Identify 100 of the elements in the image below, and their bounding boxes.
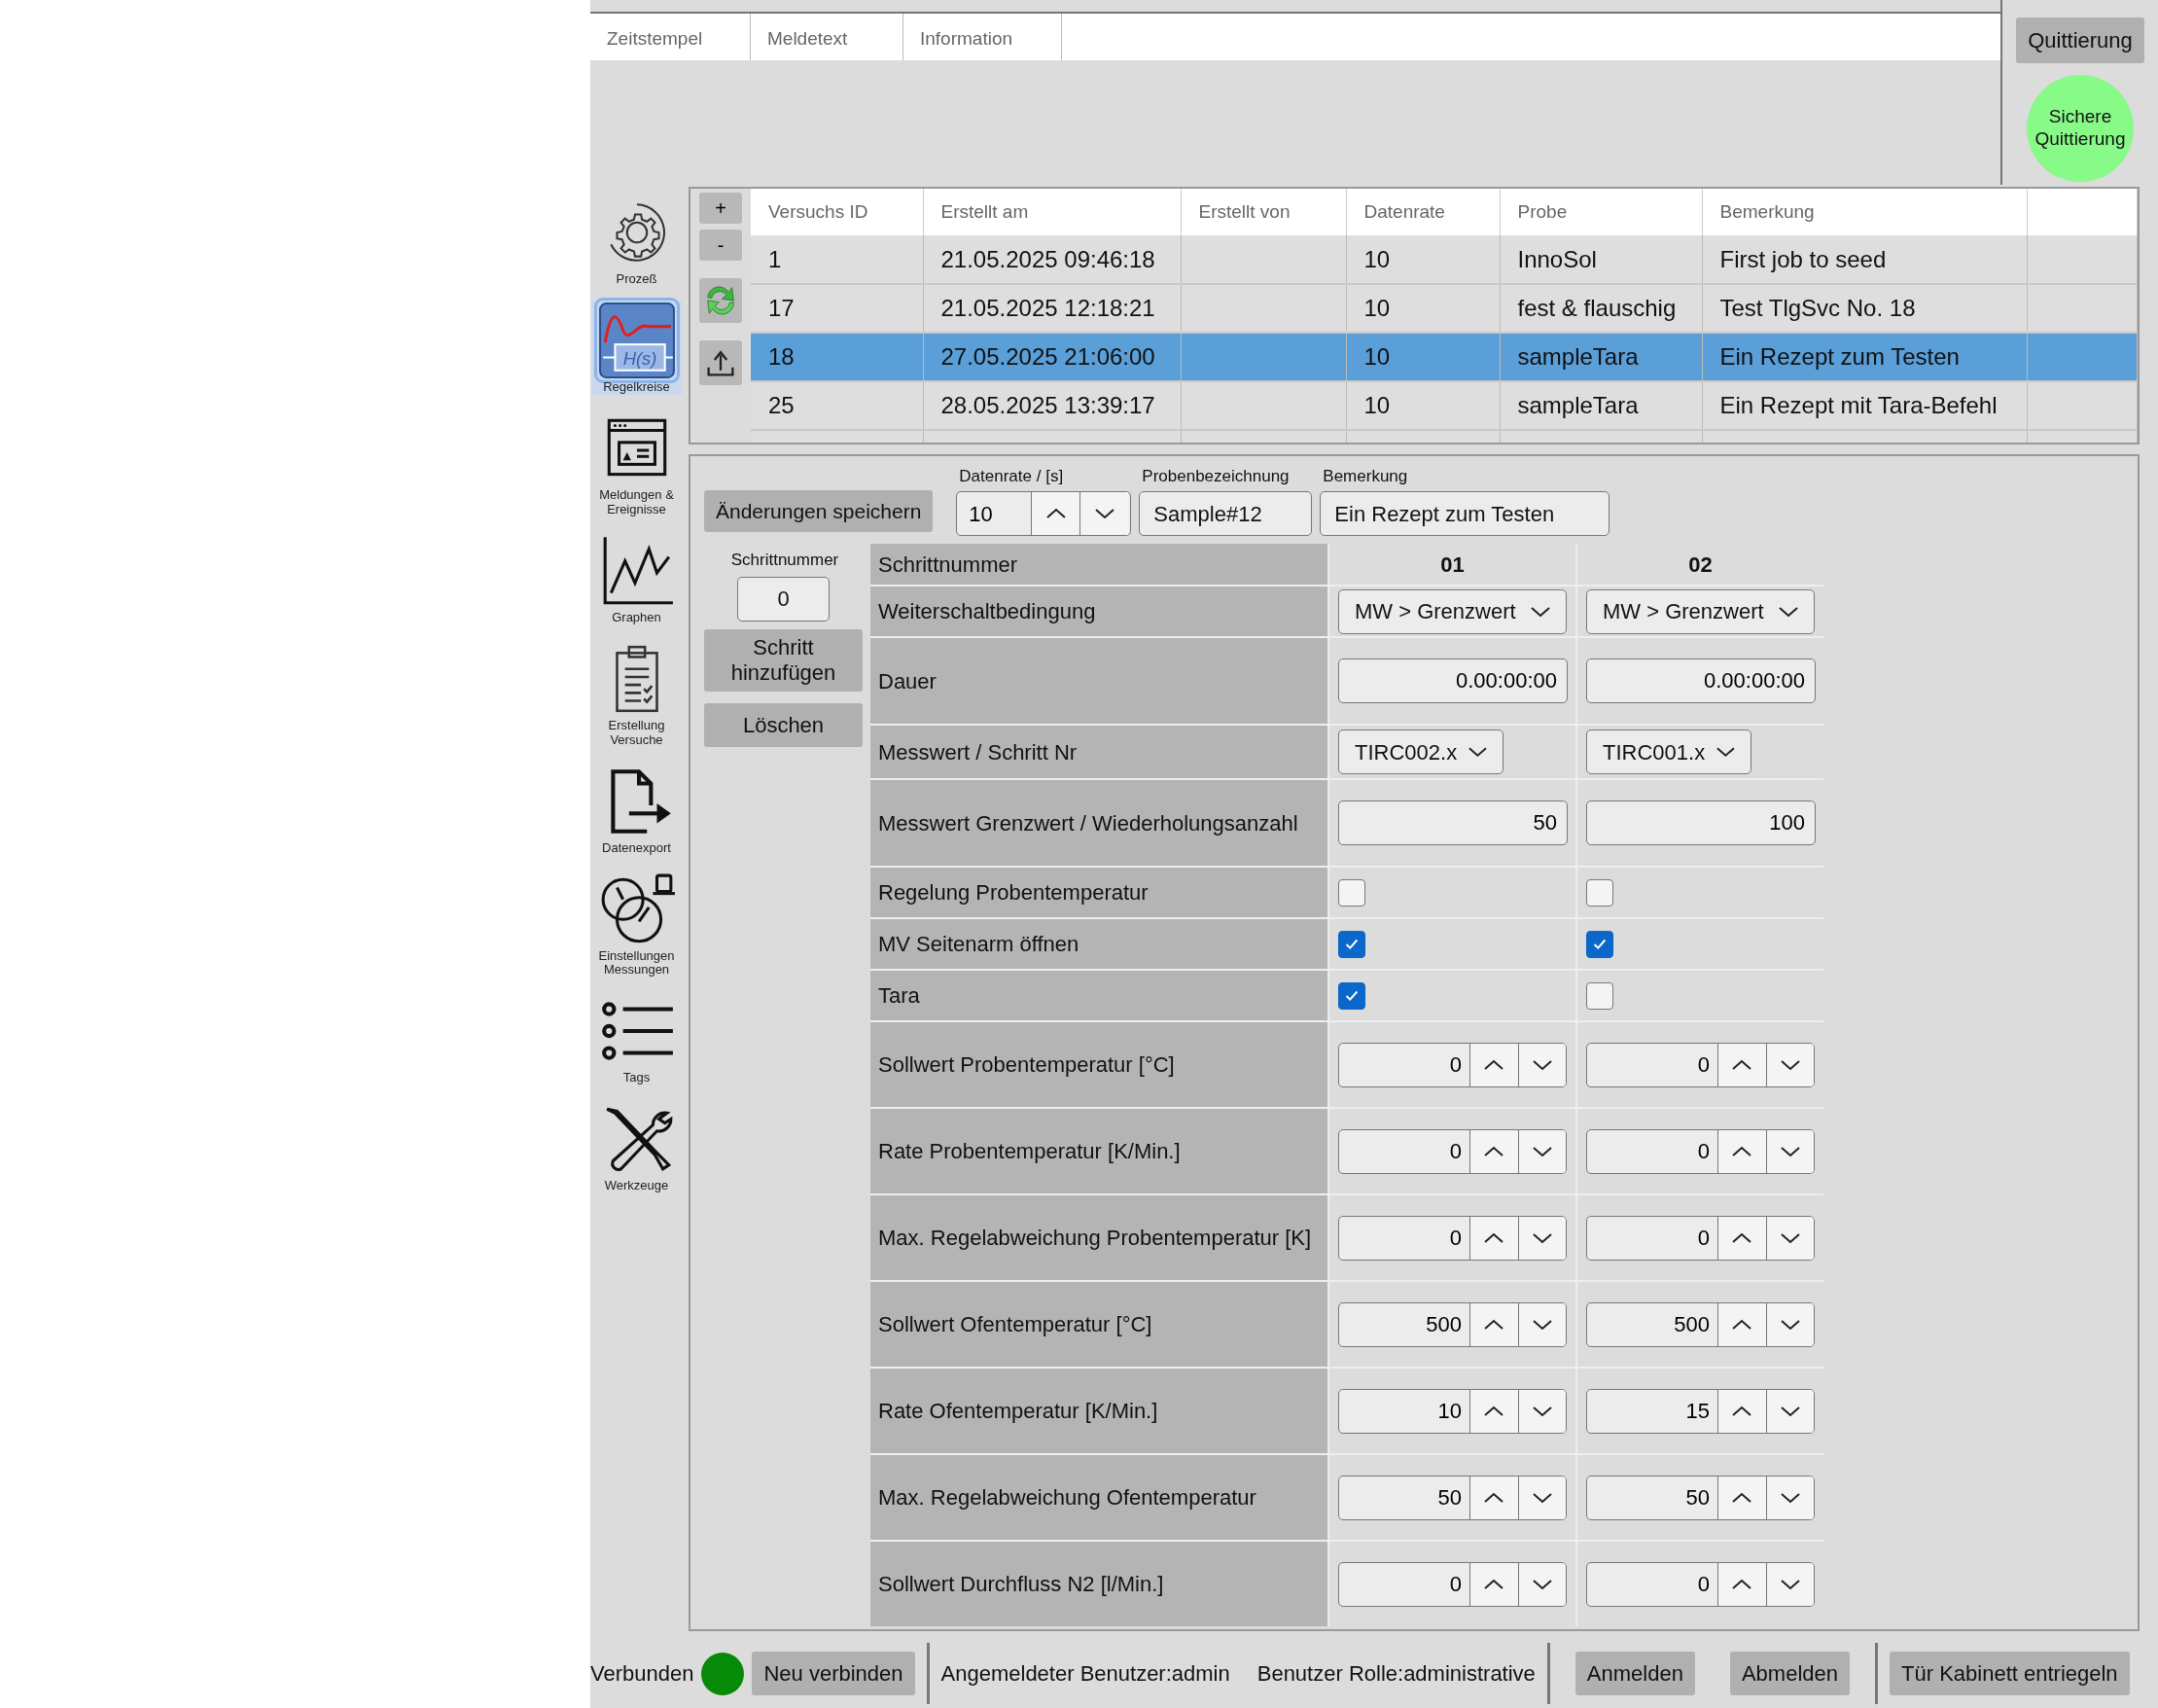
spin-box[interactable]: 0 bbox=[1586, 1215, 1815, 1261]
sidebar-item[interactable]: Tags bbox=[591, 991, 682, 1086]
step-up-button[interactable] bbox=[1469, 1476, 1518, 1519]
step-down-button[interactable] bbox=[1765, 1302, 1814, 1346]
step-number-field[interactable]: 0 bbox=[737, 576, 830, 622]
remove-button[interactable]: - bbox=[699, 230, 742, 261]
sidebar-item[interactable]: Werkzeuge bbox=[591, 1099, 682, 1194]
step-up-button[interactable] bbox=[1717, 1562, 1766, 1606]
sidebar-item[interactable]: Meldungen & Ereignisse bbox=[591, 408, 682, 517]
table-row[interactable]: 25 28.05.2025 13:39:17 10 sampleTara Ein Rezept mit Tara-Befehl bbox=[751, 381, 2137, 430]
dropdown[interactable]: TIRC002.x bbox=[1338, 729, 1504, 774]
step-up-button[interactable] bbox=[1717, 1302, 1766, 1346]
sample-name-field[interactable]: Sample#12 bbox=[1139, 491, 1313, 536]
spin-box[interactable]: 50 bbox=[1586, 1475, 1815, 1520]
checkbox[interactable] bbox=[1586, 981, 1613, 1010]
refresh-button[interactable] bbox=[699, 278, 742, 323]
step-down-button[interactable] bbox=[1765, 1216, 1814, 1260]
sidebar-item[interactable]: Datenexport bbox=[591, 761, 682, 856]
logout-button[interactable]: Abmelden bbox=[1729, 1652, 1850, 1695]
unlock-door-button[interactable]: Tür Kabinett entriegeln bbox=[1890, 1652, 2130, 1695]
input-field[interactable]: 0.00:00:00 bbox=[1338, 658, 1568, 703]
column-header[interactable]: Bemerkung bbox=[1702, 189, 2027, 235]
step-down-button[interactable] bbox=[1517, 1562, 1566, 1606]
step-down-button[interactable] bbox=[1517, 1302, 1566, 1346]
acknowledge-button[interactable]: Quittierung bbox=[2016, 18, 2144, 63]
spin-box[interactable]: 0 bbox=[1338, 1561, 1567, 1607]
sidebar-item[interactable]: Graphen bbox=[591, 530, 682, 625]
sidebar-item[interactable]: Prozeß bbox=[591, 193, 682, 287]
spin-box[interactable]: 0 bbox=[1338, 1128, 1567, 1174]
step-down-button[interactable] bbox=[1079, 492, 1129, 535]
spin-box[interactable]: 50 bbox=[1338, 1475, 1567, 1520]
spin-box[interactable]: 0 bbox=[1586, 1128, 1815, 1174]
upload-button[interactable] bbox=[699, 340, 742, 385]
step-up-button[interactable] bbox=[1469, 1389, 1518, 1433]
safe-acknowledge-button[interactable]: Sichere Quittierung bbox=[2027, 75, 2134, 182]
spin-box[interactable]: 0 bbox=[1586, 1042, 1815, 1087]
sidebar-item[interactable]: Erstellung Versuche bbox=[591, 638, 682, 748]
dropdown[interactable]: MW > Grenzwert bbox=[1338, 588, 1567, 634]
column-header[interactable]: Erstellt am bbox=[923, 189, 1181, 235]
input-field[interactable]: 100 bbox=[1586, 801, 1816, 845]
column-header[interactable]: Versuchs ID bbox=[751, 189, 923, 235]
step-up-button[interactable] bbox=[1469, 1043, 1518, 1086]
add-step-button[interactable]: Schritt hinzufügen bbox=[704, 628, 863, 693]
spin-box[interactable]: 0 bbox=[1586, 1561, 1815, 1607]
checkbox[interactable] bbox=[1586, 878, 1613, 907]
checkbox[interactable] bbox=[1586, 930, 1613, 958]
step-up-button[interactable] bbox=[1469, 1562, 1518, 1606]
step-down-button[interactable] bbox=[1765, 1129, 1814, 1173]
input-field[interactable]: 50 bbox=[1338, 801, 1568, 845]
step-up-button[interactable] bbox=[1717, 1129, 1766, 1173]
dropdown[interactable]: MW > Grenzwert bbox=[1586, 588, 1815, 634]
step-up-button[interactable] bbox=[1031, 492, 1080, 535]
step-up-button[interactable] bbox=[1717, 1476, 1766, 1519]
column-header[interactable]: Datenrate bbox=[1346, 189, 1500, 235]
sidebar-item[interactable]: H(s) Regelkreise bbox=[591, 300, 682, 395]
step-up-button[interactable] bbox=[1717, 1216, 1766, 1260]
add-button[interactable]: + bbox=[699, 193, 742, 224]
step-down-button[interactable] bbox=[1765, 1043, 1814, 1086]
spin-box[interactable]: 15 bbox=[1586, 1388, 1815, 1434]
table-row[interactable]: 18 27.05.2025 21:06:00 10 sampleTara Ein Rezept zum Testen bbox=[751, 333, 2137, 381]
step-down-button[interactable] bbox=[1517, 1216, 1566, 1260]
table-row[interactable]: 1 21.05.2025 09:46:18 10 InnoSol First job to seed bbox=[751, 235, 2137, 284]
spin-box[interactable]: 0 bbox=[1338, 1215, 1567, 1261]
step-up-button[interactable] bbox=[1717, 1389, 1766, 1433]
step-down-button[interactable] bbox=[1517, 1389, 1566, 1433]
remark-field[interactable]: Ein Rezept zum Testen bbox=[1320, 491, 1610, 536]
dropdown[interactable]: TIRC001.x bbox=[1586, 729, 1751, 774]
step-down-button[interactable] bbox=[1517, 1129, 1566, 1173]
step-down-button[interactable] bbox=[1765, 1562, 1814, 1606]
step-down-button[interactable] bbox=[1765, 1389, 1814, 1433]
save-changes-button[interactable]: Änderungen speichern bbox=[704, 489, 934, 532]
sidebar-item[interactable]: Einstellungen Messungen bbox=[591, 869, 682, 979]
column-header[interactable]: Information bbox=[903, 14, 1062, 60]
column-header[interactable]: Erstellt von bbox=[1181, 189, 1346, 235]
step-down-button[interactable] bbox=[1517, 1476, 1566, 1519]
column-header[interactable]: Zeitstempel bbox=[590, 14, 751, 60]
spin-box[interactable]: 10 bbox=[956, 491, 1132, 536]
checkbox[interactable] bbox=[1338, 878, 1365, 907]
reconnect-button[interactable]: Neu verbinden bbox=[752, 1652, 915, 1695]
table-row[interactable]: 17 21.05.2025 12:18:21 10 fest & flauschig Test TlgSvc No. 18 bbox=[751, 284, 2137, 333]
table-cell: First job to seed bbox=[1719, 245, 1887, 272]
delete-button[interactable]: Löschen bbox=[704, 703, 863, 748]
checkbox[interactable] bbox=[1338, 981, 1365, 1010]
spin-box[interactable]: 0 bbox=[1338, 1042, 1567, 1087]
login-button[interactable]: Anmelden bbox=[1574, 1652, 1695, 1695]
step-up-button[interactable] bbox=[1469, 1129, 1518, 1173]
step-down-button[interactable] bbox=[1517, 1043, 1566, 1086]
table-cell: 21.05.2025 12:18:21 bbox=[940, 295, 1155, 321]
spin-box[interactable]: 500 bbox=[1586, 1301, 1815, 1347]
spin-box[interactable]: 500 bbox=[1338, 1301, 1567, 1347]
step-up-button[interactable] bbox=[1717, 1043, 1766, 1086]
column-header[interactable]: Meldetext bbox=[751, 14, 903, 60]
column-header[interactable]: Probe bbox=[1500, 189, 1702, 235]
step-down-button[interactable] bbox=[1765, 1476, 1814, 1519]
input-field[interactable]: 10 bbox=[957, 492, 1032, 535]
step-up-button[interactable] bbox=[1469, 1302, 1518, 1346]
step-up-button[interactable] bbox=[1469, 1216, 1518, 1260]
input-field[interactable]: 0.00:00:00 bbox=[1586, 658, 1816, 703]
checkbox[interactable] bbox=[1338, 930, 1365, 958]
spin-box[interactable]: 10 bbox=[1338, 1388, 1567, 1434]
